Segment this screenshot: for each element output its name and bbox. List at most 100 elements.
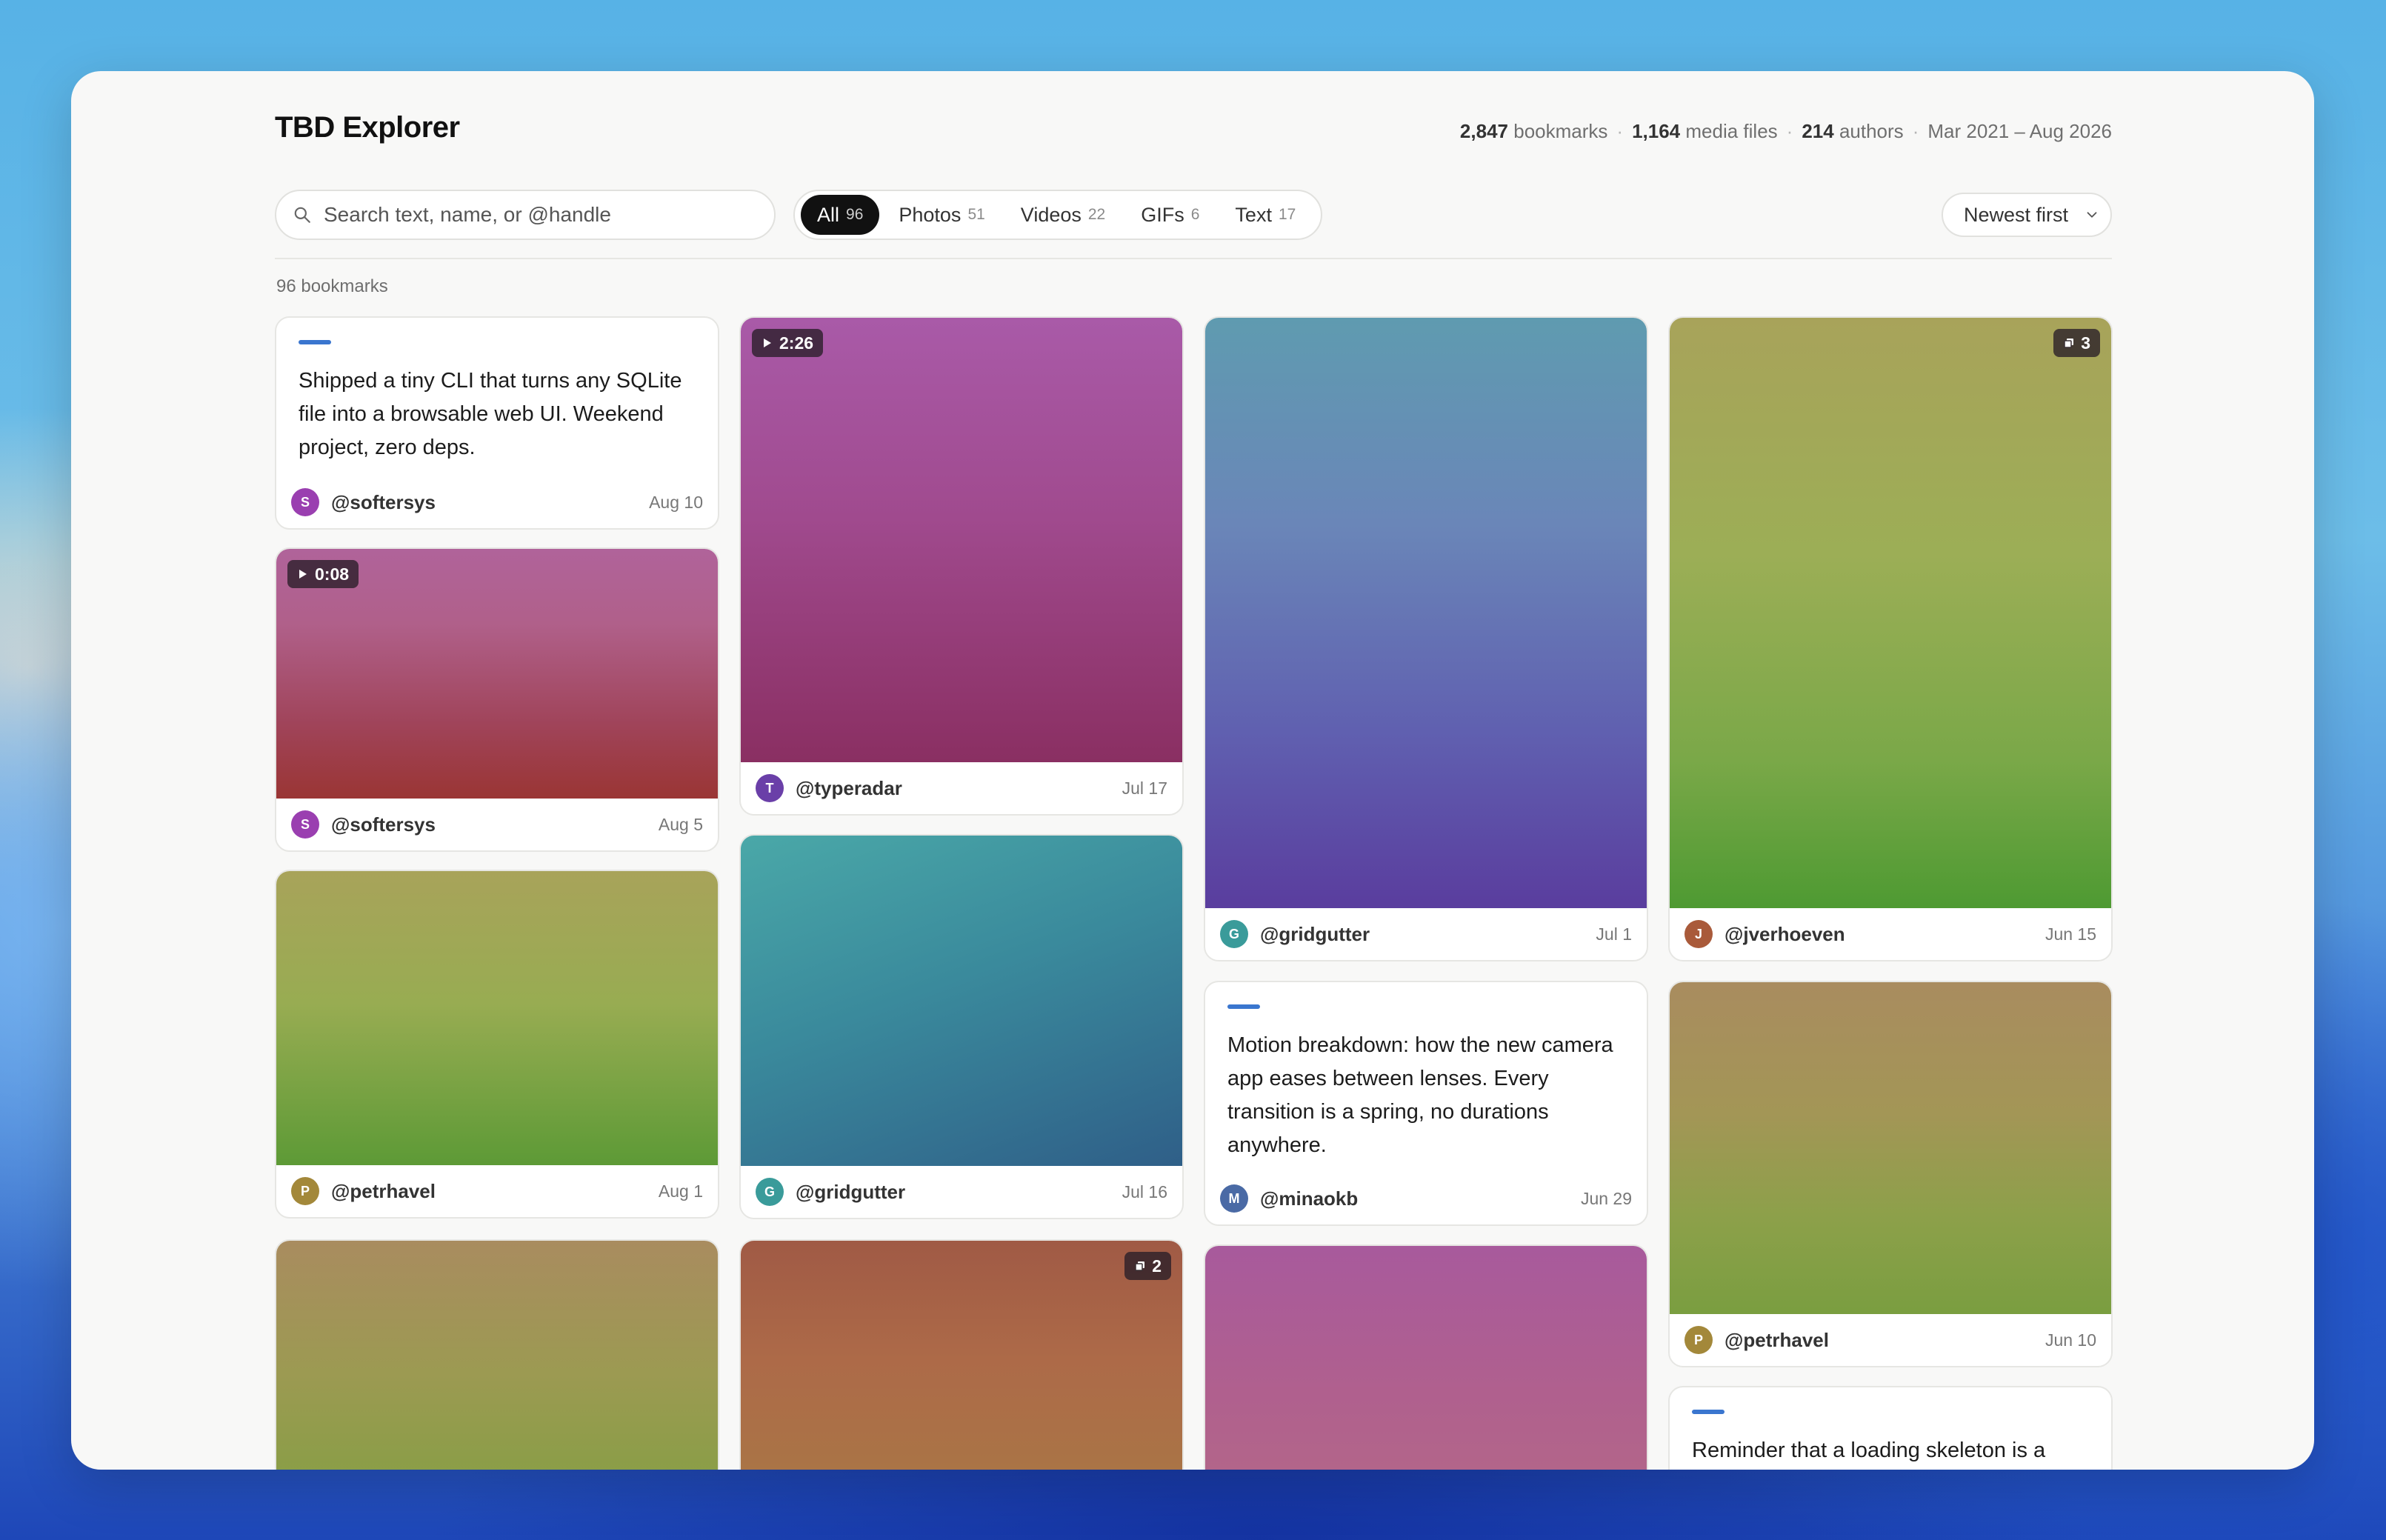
photo-thumbnail[interactable]: [741, 836, 1182, 1166]
card-footer: J @jverhoeven Jun 15: [1670, 908, 2111, 960]
photo-card[interactable]: P @petrhavel Aug 1: [275, 870, 719, 1219]
author-handle[interactable]: @petrhavel: [1724, 1329, 1829, 1352]
author-handle[interactable]: @gridgutter: [1260, 923, 1370, 946]
filter-photos[interactable]: Photos 51: [882, 195, 1001, 235]
play-icon: [764, 339, 771, 347]
card-footer: T @typeradar Jul 17: [741, 762, 1182, 814]
card-text: Motion breakdown: how the new camera app…: [1227, 1033, 1613, 1157]
author-handle[interactable]: @gridgutter: [796, 1181, 905, 1204]
avatar: M: [1220, 1184, 1248, 1213]
text-card[interactable]: Shipped a tiny CLI that turns any SQLite…: [275, 316, 719, 530]
filter-count: 22: [1087, 206, 1106, 223]
photo-thumbnail[interactable]: 3: [1670, 318, 2111, 908]
photo-card[interactable]: 2: [739, 1239, 1184, 1470]
card-footer: M @minaokb Jun 29: [1205, 1173, 1647, 1224]
card-text-body: Shipped a tiny CLI that turns any SQLite…: [276, 318, 718, 464]
avatar: P: [1684, 1326, 1713, 1354]
card-footer: S @softersys Aug 10: [276, 476, 718, 528]
card-text-body: Motion breakdown: how the new camera app…: [1205, 982, 1647, 1162]
author-handle[interactable]: @petrhavel: [331, 1180, 436, 1203]
play-icon: [299, 570, 307, 579]
post-date: Jul 1: [1596, 924, 1632, 944]
avatar: P: [291, 1177, 319, 1205]
filter-count: 96: [846, 206, 864, 223]
results-count: 96 bookmarks: [276, 276, 388, 296]
filter-text[interactable]: Text 17: [1219, 195, 1312, 235]
photo-thumbnail[interactable]: [1205, 1246, 1647, 1470]
photo-thumbnail[interactable]: [1670, 982, 2111, 1314]
author-handle[interactable]: @softersys: [331, 491, 436, 514]
card-text: Reminder that a loading skeleton is a: [1692, 1439, 2046, 1462]
photo-thumbnail[interactable]: [1205, 318, 1647, 908]
multi-photo-badge: 3: [2053, 329, 2100, 357]
text-card[interactable]: Motion breakdown: how the new camera app…: [1204, 981, 1648, 1226]
post-date: Aug 1: [658, 1181, 703, 1201]
stats-separator: ·: [1786, 120, 1793, 142]
filter-count: 17: [1278, 206, 1296, 223]
post-date: Jul 16: [1122, 1181, 1167, 1201]
author-handle[interactable]: @jverhoeven: [1724, 923, 1845, 946]
filter-tabs: All 96 Photos 51 Videos 22 GIFs 6 Text 17: [793, 190, 1323, 240]
avatar: S: [291, 810, 319, 839]
author-handle[interactable]: @typeradar: [796, 777, 902, 800]
card-footer: S @softersys Aug 5: [276, 799, 718, 850]
post-date: Jun 10: [2045, 1330, 2096, 1350]
filter-label: Photos: [899, 203, 962, 226]
photo-card[interactable]: G @gridgutter Jul 16: [739, 834, 1184, 1219]
video-thumbnail[interactable]: 2:26: [741, 318, 1182, 762]
duration-text: 0:08: [315, 564, 350, 584]
avatar: G: [1220, 920, 1248, 948]
photo-thumbnail[interactable]: 2: [741, 1241, 1182, 1470]
photo-card[interactable]: G @gridgutter Jul 1: [1204, 316, 1648, 961]
sort-select[interactable]: Newest first: [1942, 193, 2112, 237]
duration-text: 2:26: [779, 333, 814, 353]
stats-summary: 2,847 bookmarks · 1,164 media files · 214 au…: [1460, 120, 2112, 143]
video-card[interactable]: 2:26 T @typeradar Jul 17: [739, 316, 1184, 816]
photo-card[interactable]: [1204, 1244, 1648, 1470]
bookmarks-label: bookmarks: [1513, 120, 1608, 142]
stats-separator: ·: [1616, 120, 1624, 142]
search-input[interactable]: [322, 202, 770, 227]
filter-label: All: [817, 203, 840, 226]
author-handle[interactable]: @softersys: [331, 813, 436, 836]
filter-label: Videos: [1020, 203, 1082, 226]
chevron-down-icon: [2087, 212, 2097, 218]
filter-count: 51: [967, 206, 985, 223]
media-label: media files: [1685, 120, 1778, 142]
photo-thumbnail[interactable]: [276, 871, 718, 1165]
filter-gifs[interactable]: GIFs 6: [1124, 195, 1216, 235]
filter-count: 6: [1190, 206, 1200, 223]
authors-count: 214: [1802, 120, 1834, 142]
post-date: Jul 17: [1122, 778, 1167, 798]
accent-bar: [1227, 1004, 1260, 1009]
post-date: Aug 5: [658, 814, 703, 834]
gallery-icon: [2064, 339, 2074, 348]
card-footer: P @petrhavel Aug 1: [276, 1165, 718, 1217]
card-footer: G @gridgutter Jul 1: [1205, 908, 1647, 960]
avatar: G: [756, 1178, 784, 1206]
sort-label: Newest first: [1964, 203, 2069, 226]
photo-card[interactable]: P @petrhavel Jun 10: [1668, 981, 2113, 1367]
card-footer: P @petrhavel Jun 10: [1670, 1314, 2111, 1366]
stats-separator: ·: [1912, 120, 1919, 142]
accent-bar: [299, 340, 331, 344]
avatar: S: [291, 488, 319, 516]
photo-card[interactable]: 3 J @jverhoeven Jun 15: [1668, 316, 2113, 961]
search-box[interactable]: [275, 190, 776, 240]
card-footer: G @gridgutter Jul 16: [741, 1166, 1182, 1218]
photo-thumbnail[interactable]: [276, 1241, 718, 1470]
avatar: J: [1684, 920, 1713, 948]
author-handle[interactable]: @minaokb: [1260, 1187, 1358, 1210]
photo-card[interactable]: [275, 1239, 719, 1470]
search-icon: [294, 207, 310, 223]
post-date: Jun 29: [1580, 1188, 1632, 1208]
video-card[interactable]: 0:08 S @softersys Aug 5: [275, 547, 719, 852]
filter-videos[interactable]: Videos 22: [1004, 195, 1122, 235]
filter-all[interactable]: All 96: [801, 195, 880, 235]
duration-badge: 0:08: [287, 560, 359, 588]
text-card[interactable]: Reminder that a loading skeleton is a: [1668, 1386, 2113, 1470]
video-thumbnail[interactable]: 0:08: [276, 549, 718, 799]
authors-label: authors: [1839, 120, 1904, 142]
app-window: TBD Explorer 2,847 bookmarks · 1,164 media…: [71, 71, 2314, 1470]
card-text: Shipped a tiny CLI that turns any SQLite…: [299, 369, 682, 459]
